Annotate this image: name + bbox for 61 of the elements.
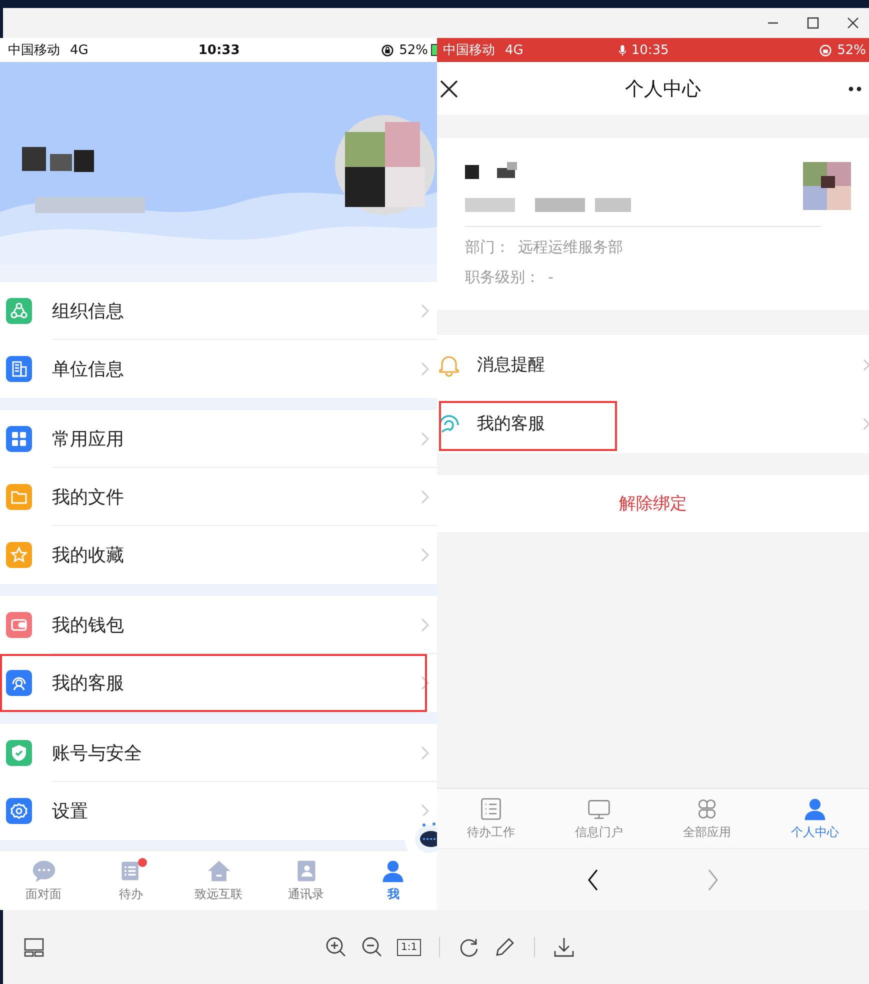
tab-item[interactable]: 通讯录: [262, 851, 350, 910]
chevron-left-icon: [587, 868, 599, 890]
time-text: 10:35: [631, 42, 669, 58]
actual-size-button[interactable]: 1:1: [397, 938, 422, 956]
page-title: 个人中心: [625, 76, 701, 102]
tab-item[interactable]: 致远互联: [174, 851, 262, 910]
chevron-icon: [421, 362, 429, 376]
menu-item[interactable]: 我的钱包: [0, 596, 437, 654]
menu-item[interactable]: 我的收藏: [0, 526, 437, 584]
menu-item[interactable]: 单位信息: [0, 340, 437, 398]
tab-item[interactable]: 面对面: [0, 851, 88, 910]
tab-item[interactable]: 待办: [87, 851, 175, 910]
field-value: 远程运维服务部: [518, 238, 623, 256]
menu-item[interactable]: 我的文件: [0, 468, 437, 526]
battery-text: 52%: [837, 42, 866, 58]
microphone-icon: [618, 44, 628, 56]
menu-item[interactable]: 我的客服: [437, 394, 869, 453]
carrier-text: 中国移动: [443, 42, 495, 59]
network-text: 4G: [70, 42, 88, 58]
menu-item[interactable]: 账号与安全: [0, 724, 437, 782]
field-value: -: [548, 268, 554, 286]
battery-text: 52%: [399, 42, 428, 58]
menu-item[interactable]: 我的客服: [0, 654, 437, 712]
rotation-lock-icon: [819, 44, 832, 56]
field-label: 部门：: [465, 238, 510, 256]
chevron-icon: [421, 804, 429, 818]
zoom-out-icon[interactable]: [361, 936, 383, 958]
time-text: 10:33: [198, 42, 240, 58]
field-label: 职务级别：: [465, 268, 540, 286]
chevron-icon: [421, 618, 429, 632]
pencil-icon[interactable]: [494, 936, 516, 958]
chevron-icon: [421, 304, 429, 318]
chevron-icon: [421, 490, 429, 504]
chevron-icon: [421, 746, 429, 760]
house-icon: [206, 858, 232, 884]
menu-item[interactable]: 消息提醒: [437, 335, 869, 394]
chevron-icon: [421, 432, 429, 446]
network-text: 4G: [505, 42, 524, 58]
chat-icon: [30, 858, 57, 884]
rotation-lock-icon: [381, 44, 394, 56]
chevron-icon: [421, 676, 429, 690]
rotate-icon[interactable]: [458, 936, 480, 958]
chevron-icon: [421, 548, 429, 562]
tab-item[interactable]: 个人中心: [761, 789, 869, 848]
tab-item[interactable]: 我: [350, 851, 437, 910]
close-icon[interactable]: [439, 78, 459, 98]
menu-item[interactable]: 常用应用: [0, 410, 437, 468]
more-icon[interactable]: [847, 86, 863, 92]
chevron-icon: [863, 358, 869, 372]
layout-icon[interactable]: [23, 936, 45, 958]
maximize-icon[interactable]: [807, 17, 819, 29]
list-icon: [479, 796, 503, 820]
person-icon: [803, 796, 827, 820]
chevron-right-icon: [707, 868, 719, 890]
chevron-icon: [863, 416, 869, 430]
zoom-in-icon[interactable]: [325, 936, 347, 958]
menu-item[interactable]: 组织信息: [0, 282, 437, 340]
unbind-button[interactable]: 解除绑定: [437, 475, 869, 532]
download-icon[interactable]: [553, 936, 576, 958]
carrier-text: 中国移动: [8, 42, 60, 59]
close-icon[interactable]: [847, 17, 859, 29]
